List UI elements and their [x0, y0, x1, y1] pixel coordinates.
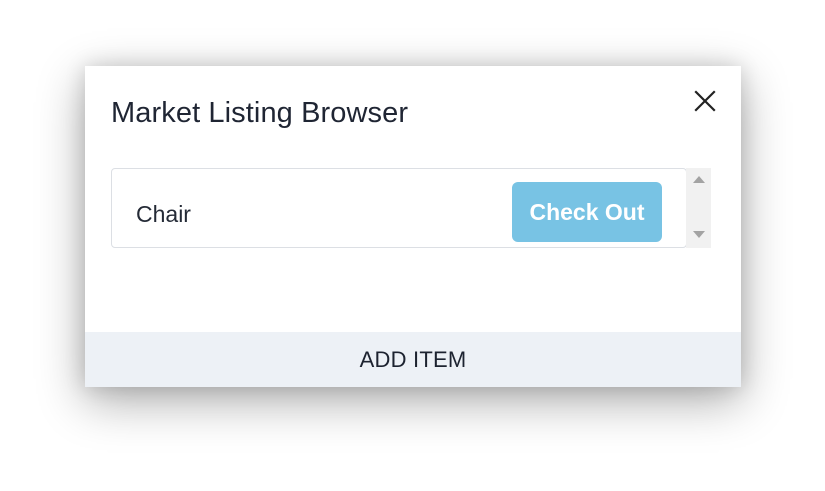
scroll-down-arrow-icon[interactable] [693, 231, 705, 238]
listing-card: Chair Check Out [111, 168, 687, 248]
close-button[interactable] [691, 87, 719, 115]
listing-list: Chair Check Out [111, 168, 711, 248]
listing-scrollbar[interactable] [686, 168, 711, 248]
market-listing-modal: Market Listing Browser Chair Check Out A… [85, 66, 741, 387]
close-icon [694, 90, 716, 112]
scroll-up-arrow-icon[interactable] [693, 176, 705, 183]
listing-name: Chair [136, 201, 191, 227]
screen-background: Market Listing Browser Chair Check Out A… [0, 0, 825, 491]
add-item-button[interactable]: ADD ITEM [85, 332, 741, 387]
modal-title: Market Listing Browser [111, 97, 409, 129]
modal-footer: ADD ITEM [85, 332, 741, 387]
check-out-button[interactable]: Check Out [512, 182, 662, 242]
